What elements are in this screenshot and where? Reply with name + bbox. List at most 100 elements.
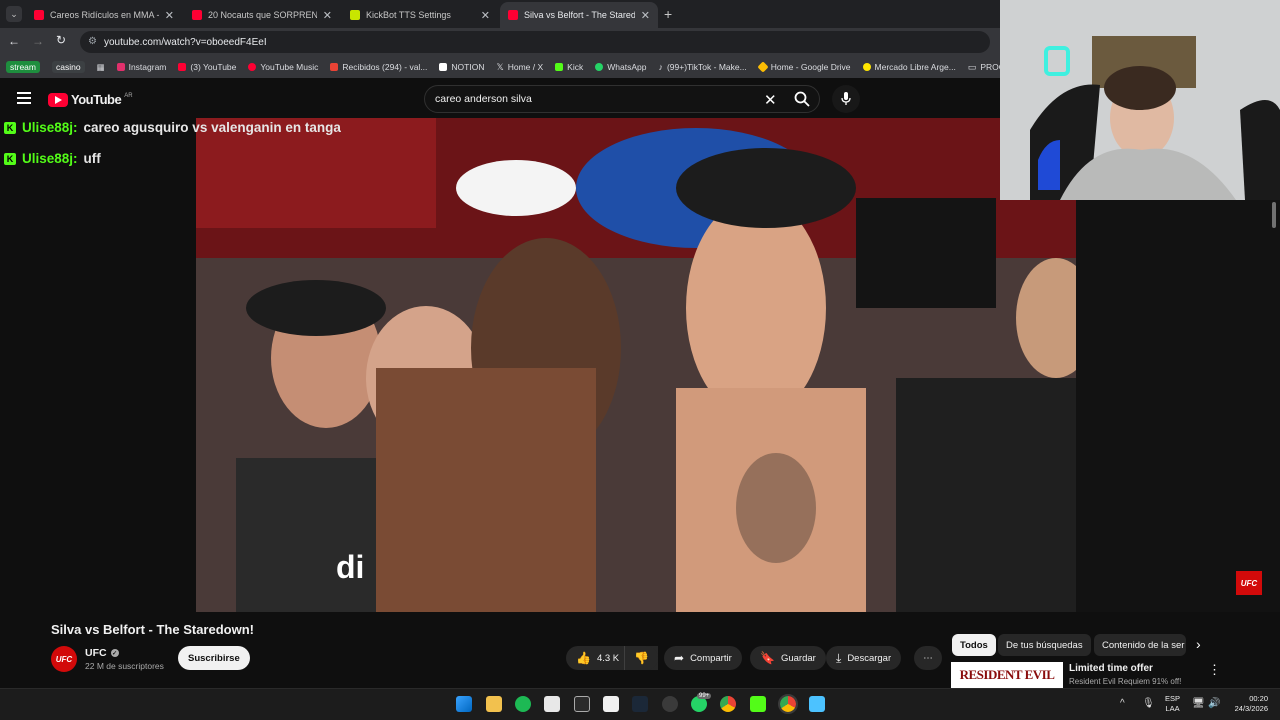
kick-taskbar-icon[interactable] [750, 696, 766, 712]
chrome-icon[interactable] [720, 696, 736, 712]
reload-icon[interactable]: ↻ [56, 33, 66, 47]
clear-search-icon[interactable]: ✕ [764, 91, 777, 109]
more-actions-button[interactable]: ⋯ [914, 646, 942, 670]
clock-time: 00:20 [1249, 694, 1268, 703]
youtube-favicon-icon [192, 10, 202, 20]
like-count: 4.3 K [596, 652, 620, 664]
clock[interactable]: 00:20 24/3/2026 [1228, 694, 1268, 714]
tab-title: 20 Nocauts que SORPRENDIER [208, 10, 317, 20]
cpu-monitor-icon[interactable] [574, 696, 590, 712]
channel-name-row[interactable]: UFC ✓ [85, 647, 119, 659]
bookmark-youtube[interactable]: (3) YouTube [178, 62, 236, 72]
ad-thumbnail[interactable]: RESIDENT EVIL [951, 662, 1063, 688]
youtube-logo[interactable]: YouTube AR [48, 92, 133, 107]
bookmark-kick[interactable]: Kick [555, 62, 583, 72]
microsoft-store-icon[interactable] [544, 696, 560, 712]
address-bar[interactable]: ⚙ youtube.com/watch?v=oboeedF4EeI [80, 31, 990, 53]
kick-icon [555, 63, 564, 71]
svg-text:di: di [336, 549, 364, 585]
save-button[interactable]: 🔖 Guardar [750, 646, 826, 670]
chip-label: Contenido de la ser [1102, 639, 1185, 651]
browser-tab[interactable]: KickBot TTS Settings ✕ [342, 2, 498, 28]
tab-search-icon[interactable]: ⌄ [6, 6, 22, 22]
chat-username: Ulise88j: [22, 120, 78, 135]
channel-avatar[interactable]: UFC [51, 646, 77, 672]
new-tab-icon[interactable]: + [664, 6, 672, 22]
bookmark-gmail[interactable]: Recibidos (294) - val... [330, 62, 427, 72]
share-label: Compartir [690, 652, 732, 664]
file-explorer-icon[interactable] [486, 696, 502, 712]
download-button[interactable]: ⤓ Descargar [826, 646, 902, 670]
bookmark-youtube-music[interactable]: YouTube Music [248, 62, 318, 72]
microphone-tray-icon[interactable]: 🎙 [1142, 698, 1155, 709]
chat-message-text: careo agusquiro vs valenganin en tanga [83, 120, 341, 135]
ad-menu-icon[interactable]: ⋮ [1208, 662, 1221, 678]
video-frame-illustration: di [196, 118, 1076, 612]
bookmark-mercado-libre[interactable]: Mercado Libre Arge... [862, 62, 956, 72]
bookmark-notion[interactable]: NOTION [439, 62, 484, 72]
back-icon[interactable]: ← [8, 34, 20, 48]
voice-search-microphone-icon[interactable] [832, 85, 860, 113]
bookmark-icon: 🔖 [760, 651, 775, 665]
watermark-text: UFC [1240, 578, 1258, 588]
chevron-right-icon[interactable]: › [1196, 636, 1201, 652]
dislike-button[interactable]: 👎 [624, 646, 658, 670]
close-tab-icon[interactable]: ✕ [323, 9, 332, 22]
video-player[interactable]: di [196, 118, 1076, 612]
chip-label: De tus búsquedas [1006, 639, 1083, 651]
browser-tab[interactable]: 20 Nocauts que SORPRENDIER ✕ [184, 2, 340, 28]
bookmark-folder-program[interactable]: ▭PROGRAM [968, 62, 1000, 73]
download-icon: ⤓ [836, 650, 842, 665]
capcut-icon[interactable] [603, 696, 619, 712]
chip-todos[interactable]: Todos [952, 634, 996, 656]
subscribe-label: Suscribirse [188, 652, 240, 664]
bookmark-casino[interactable]: casino [51, 61, 85, 73]
webcam-overlay [1000, 0, 1280, 200]
thumbs-down-icon: 👎 [634, 651, 649, 665]
ufc-watermark-logo[interactable]: UFC [1236, 571, 1262, 595]
clock-date: 24/3/2026 [1234, 704, 1268, 713]
keyboard-layout: LAA [1165, 704, 1180, 713]
close-tab-icon[interactable]: ✕ [641, 9, 650, 22]
kick-badge-icon: K [4, 121, 16, 134]
share-button[interactable]: ➦ Compartir [664, 646, 742, 670]
close-tab-icon[interactable]: ✕ [165, 9, 174, 22]
bookmark-stream[interactable]: stream [6, 61, 40, 73]
menu-icon[interactable] [17, 92, 31, 104]
download-label: Descargar [847, 652, 892, 664]
chrome-active-icon[interactable] [778, 694, 798, 714]
close-tab-icon[interactable]: ✕ [481, 9, 490, 22]
windows-start-icon[interactable] [456, 696, 472, 712]
site-info-icon[interactable]: ⚙ [88, 36, 97, 47]
apps-grid-icon[interactable]: ▦ [97, 62, 105, 73]
bookmark-instagram[interactable]: Instagram [116, 62, 166, 72]
channel-name[interactable]: UFC [85, 647, 107, 659]
network-icon[interactable]: 🖥 [1192, 698, 1205, 709]
url-text: youtube.com/watch?v=oboeedF4EeI [104, 36, 267, 48]
spotify-icon[interactable] [515, 696, 531, 712]
obs-icon[interactable] [662, 696, 678, 712]
notion-icon [439, 63, 448, 71]
search-icon[interactable] [788, 85, 816, 113]
steam-icon[interactable] [632, 696, 648, 712]
bookmark-google-drive[interactable]: Home - Google Drive [757, 61, 851, 73]
bookmark-whatsapp[interactable]: WhatsApp [595, 62, 646, 72]
notepad-icon[interactable] [809, 696, 825, 712]
chip-series-content[interactable]: Contenido de la ser [1094, 634, 1186, 656]
youtube-music-icon [248, 63, 257, 71]
search-input[interactable]: careo anderson silva [424, 85, 820, 113]
ad-headline[interactable]: Limited time offer [1069, 663, 1153, 674]
bookmark-x[interactable]: 𝕏 Home / X [496, 62, 543, 73]
browser-tab[interactable]: Careos Ridículos en MMA - You ✕ [26, 2, 182, 28]
forward-icon[interactable]: → [32, 34, 44, 48]
tiktok-icon: ♪ [658, 62, 663, 72]
gmail-icon [330, 63, 339, 71]
browser-tab-active[interactable]: Silva vs Belfort - The Stared ✕ [500, 2, 658, 28]
volume-icon[interactable]: 🔊 [1208, 698, 1220, 709]
language-indicator[interactable]: ESP LAA [1165, 694, 1180, 714]
page-scrollbar-thumb[interactable] [1272, 202, 1276, 228]
system-tray-chevron-icon[interactable]: ^ [1120, 698, 1125, 709]
subscribe-button[interactable]: Suscribirse [178, 646, 250, 670]
bookmark-tiktok[interactable]: ♪ (99+)TikTok - Make... [658, 62, 746, 72]
chip-search-history[interactable]: De tus búsquedas [998, 634, 1091, 656]
